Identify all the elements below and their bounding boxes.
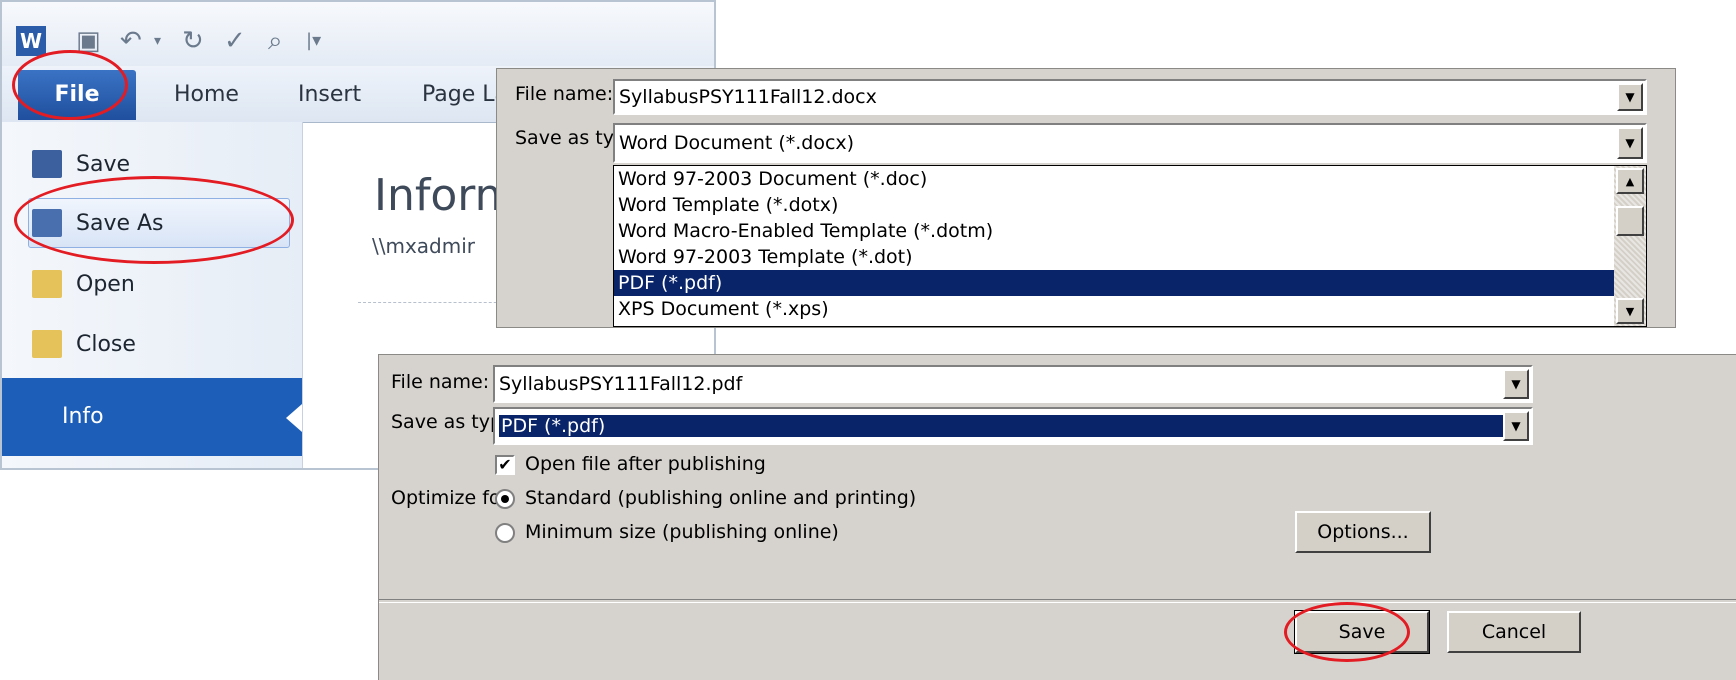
filename-label: File name:	[391, 371, 490, 393]
list-item[interactable]: Word Template (*.dotx)	[614, 192, 1614, 218]
filename-dropdown-button[interactable]: ▼	[1617, 83, 1643, 111]
nav-open[interactable]: Open	[32, 262, 135, 306]
open-after-publish-checkbox[interactable]: ✔	[495, 455, 515, 475]
save-as-dialog-top: File name: SyllabusPSY111Fall12.docx ▼ S…	[496, 68, 1676, 328]
list-item-selected[interactable]: PDF (*.pdf)	[614, 270, 1614, 296]
filename-value: SyllabusPSY111Fall12.pdf	[499, 373, 743, 395]
list-scrollbar[interactable]: ▲ ▼	[1614, 166, 1646, 326]
dropdown-icon[interactable]: ▾	[154, 26, 161, 56]
redo-icon[interactable]: ↻	[182, 26, 204, 56]
save-as-type-list[interactable]: Word 97-2003 Document (*.doc) Word Templ…	[613, 165, 1647, 327]
selected-arrow-icon	[286, 404, 302, 432]
save-as-type-select[interactable]: PDF (*.pdf) ▼	[493, 407, 1533, 445]
scrollbar-thumb[interactable]	[1616, 206, 1644, 236]
filename-input[interactable]: SyllabusPSY111Fall12.pdf ▼	[493, 365, 1533, 403]
filename-value: SyllabusPSY111Fall12.docx	[619, 86, 877, 108]
undo-icon[interactable]: ↶	[120, 26, 142, 56]
quick-access-toolbar: W ▣ ↶ ▾ ↻ ✓ ⌕ |▾	[2, 2, 714, 66]
filename-label: File name:	[515, 83, 614, 105]
highlight-oval-save-as	[14, 176, 294, 264]
radio-selected-dot	[501, 495, 509, 503]
save-as-type-value: Word Document (*.docx)	[619, 132, 855, 154]
nav-info[interactable]: Info	[2, 378, 302, 456]
list-item[interactable]: Word 97-2003 Template (*.dot)	[614, 244, 1614, 270]
floppy-disk-icon	[32, 150, 62, 178]
chevron-down-icon: ▼	[1625, 304, 1635, 318]
open-after-publish-label[interactable]: Open file after publishing	[525, 453, 766, 475]
print-preview-icon[interactable]: ⌕	[268, 26, 283, 56]
chevron-down-icon: ▼	[1625, 136, 1635, 150]
divider	[379, 599, 1736, 603]
options-button[interactable]: Options...	[1295, 511, 1431, 553]
cancel-button[interactable]: Cancel	[1447, 611, 1581, 653]
list-item[interactable]: Word Macro-Enabled Template (*.dotm)	[614, 218, 1614, 244]
nav-save-label: Save	[76, 151, 131, 177]
tab-home[interactable]: Home	[174, 82, 239, 107]
standard-label[interactable]: Standard (publishing online and printing…	[525, 487, 916, 509]
nav-close-label: Close	[76, 331, 136, 357]
standard-radio[interactable]	[495, 489, 515, 509]
filename-dropdown-button[interactable]: ▼	[1503, 369, 1529, 399]
scroll-up-button[interactable]: ▲	[1616, 168, 1644, 194]
highlight-oval-file	[12, 50, 128, 120]
type-dropdown-button[interactable]: ▼	[1617, 127, 1643, 159]
minimum-label[interactable]: Minimum size (publishing online)	[525, 521, 839, 543]
word-logo-icon: W	[16, 26, 46, 56]
publish-pdf-dialog: File name: SyllabusPSY111Fall12.pdf ▼ Sa…	[378, 354, 1736, 680]
nav-close[interactable]: Close	[32, 322, 136, 366]
customize-toolbar-icon[interactable]: |▾	[306, 26, 321, 56]
list-item[interactable]: Word 97-2003 Document (*.doc)	[614, 166, 1614, 192]
chevron-down-icon: ▼	[1511, 419, 1521, 433]
list-item[interactable]: XPS Document (*.xps)	[614, 296, 1614, 322]
tab-insert[interactable]: Insert	[298, 82, 361, 107]
save-as-type-value: PDF (*.pdf)	[498, 414, 1504, 438]
open-folder-icon	[32, 270, 62, 298]
chevron-down-icon: ▼	[1511, 377, 1521, 391]
document-path: \\mxadmir	[372, 234, 476, 258]
close-folder-icon	[32, 330, 62, 358]
chevron-up-icon: ▲	[1625, 174, 1635, 188]
save-as-type-select[interactable]: Word Document (*.docx) ▼	[613, 123, 1647, 163]
type-dropdown-button[interactable]: ▼	[1503, 411, 1529, 441]
chevron-down-icon: ▼	[1625, 90, 1635, 104]
filename-input[interactable]: SyllabusPSY111Fall12.docx ▼	[613, 79, 1647, 115]
nav-open-label: Open	[76, 271, 135, 297]
scroll-down-button[interactable]: ▼	[1616, 298, 1644, 324]
highlight-oval-save	[1284, 602, 1410, 662]
spelling-icon[interactable]: ✓	[224, 26, 246, 56]
minimum-radio[interactable]	[495, 523, 515, 543]
